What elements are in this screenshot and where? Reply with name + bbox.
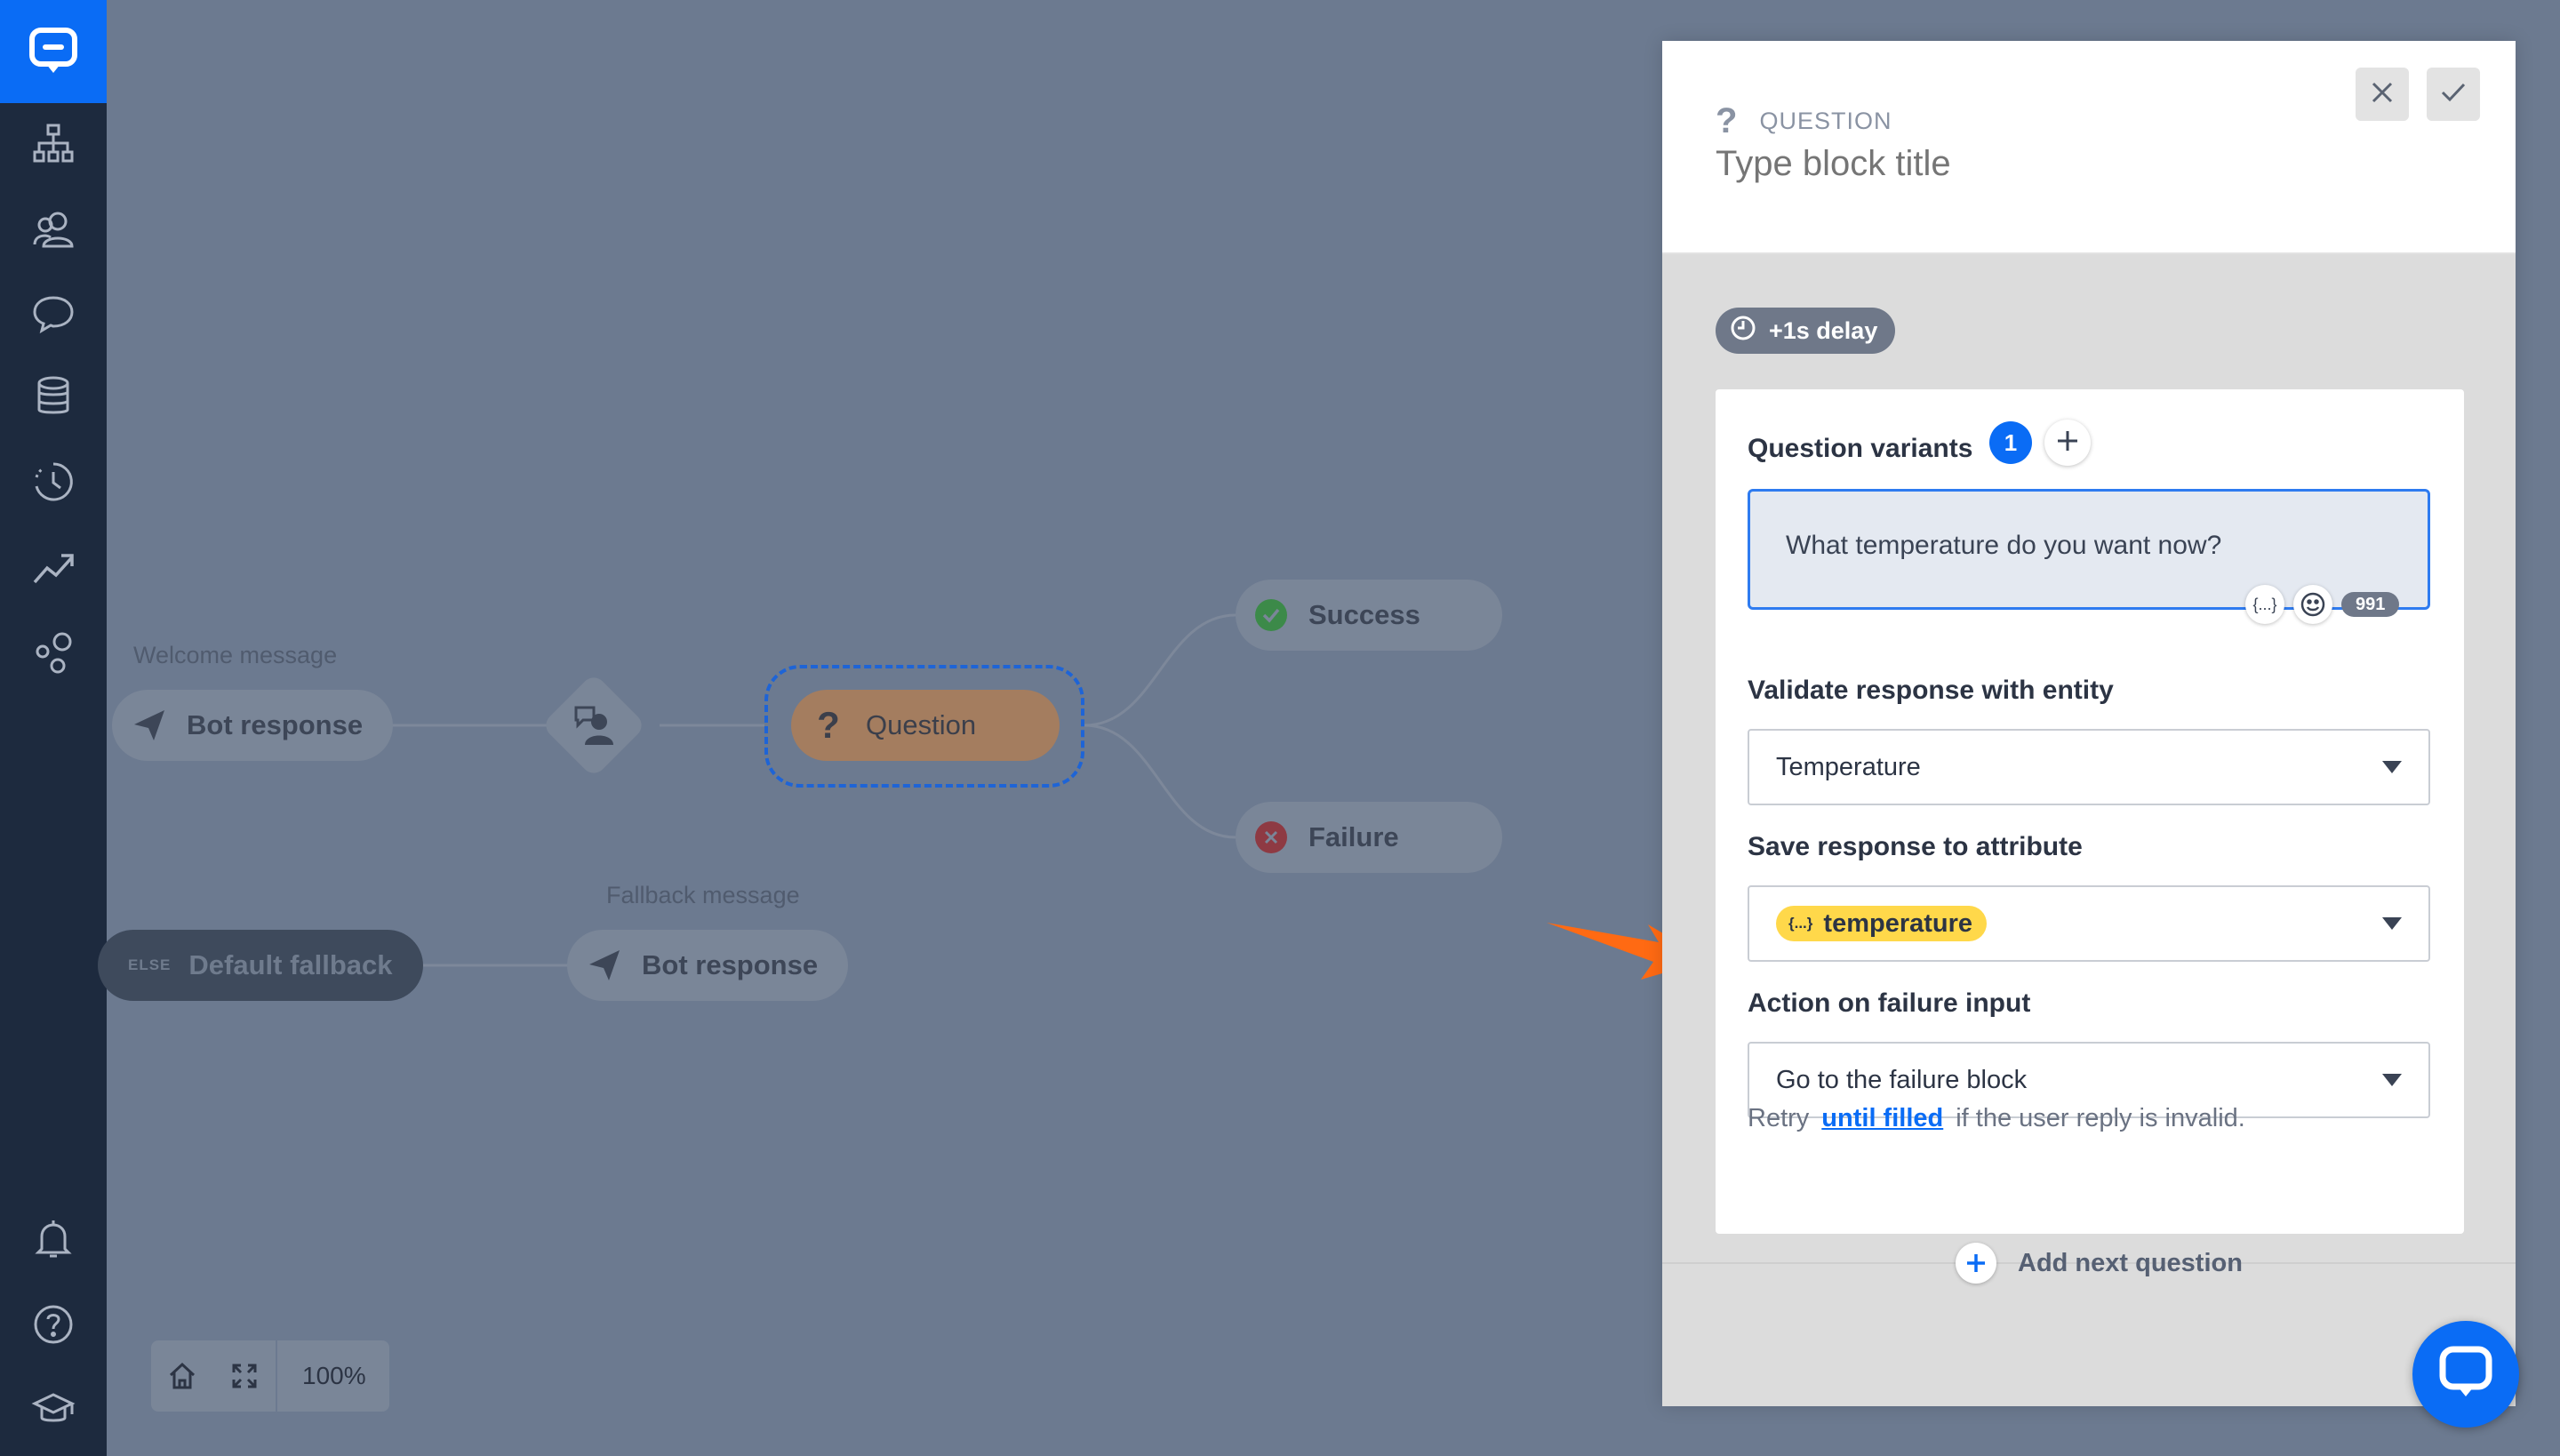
success-node[interactable]: Success <box>1236 580 1502 651</box>
add-variant-button[interactable] <box>2044 420 2091 466</box>
caret-down-icon <box>2382 1074 2402 1086</box>
database-icon[interactable] <box>27 370 80 423</box>
retry-link[interactable]: until filled <box>1821 1104 1943 1132</box>
entity-select[interactable]: Temperature <box>1748 729 2430 805</box>
attribute-select[interactable]: {...} temperature <box>1748 885 2430 962</box>
add-next-label: Add next question <box>2018 1248 2243 1277</box>
x-circle-icon <box>1255 821 1287 853</box>
clock-icon <box>1730 315 1756 348</box>
node-label: Default fallback <box>188 949 393 980</box>
validate-label: Validate response with entity <box>1748 676 2114 705</box>
question-panel: ? QUESTION +1s delay Question variants 1… <box>1662 41 2516 1406</box>
block-type-label: QUESTION <box>1759 108 1892 134</box>
question-card: Question variants 1 What temperature do … <box>1716 389 2464 1234</box>
question-mark-icon: ? <box>1716 101 1739 140</box>
block-type: ? QUESTION <box>1716 101 1892 141</box>
flow-icon[interactable] <box>27 117 80 171</box>
plus-icon <box>2056 429 2079 457</box>
save-label: Save response to attribute <box>1748 832 2083 861</box>
variant-1-tab[interactable]: 1 <box>1989 421 2032 464</box>
attribute-value: temperature <box>1823 908 1973 938</box>
help-icon[interactable] <box>27 1298 80 1351</box>
close-button[interactable] <box>2356 68 2409 121</box>
close-icon <box>2371 81 2394 108</box>
user-input-icon <box>567 699 620 752</box>
node-label: Question <box>866 709 977 740</box>
history-icon[interactable] <box>27 455 80 508</box>
home-icon[interactable] <box>151 1340 213 1412</box>
block-title-input[interactable] <box>1716 144 2338 184</box>
users-icon[interactable] <box>27 203 80 256</box>
plus-icon <box>1956 1243 1996 1284</box>
caret-down-icon <box>2382 917 2402 930</box>
entity-value: Temperature <box>1776 752 1921 781</box>
retry-text: Retry until filled if the user reply is in… <box>1748 1104 2245 1133</box>
node-label: Bot response <box>642 949 819 980</box>
check-circle-icon <box>1255 599 1287 631</box>
send-icon <box>587 948 622 983</box>
default-fallback-node[interactable]: ELSE Default fallback <box>98 930 423 1001</box>
fit-screen-icon[interactable] <box>213 1340 276 1412</box>
add-next-question-button[interactable]: Add next question <box>1956 1243 2243 1284</box>
fallback-label: Fallback message <box>606 882 800 908</box>
retry-prefix: Retry <box>1748 1104 1810 1132</box>
flow-canvas[interactable]: Welcome message Bot response ? Question … <box>98 0 1662 1456</box>
fallback-bot-response-node[interactable]: Bot response <box>567 930 849 1001</box>
question-node[interactable]: ? Question <box>791 690 1060 761</box>
char-count: 991 <box>2341 592 2400 617</box>
confirm-button[interactable] <box>2427 68 2480 121</box>
bell-icon[interactable] <box>27 1212 80 1266</box>
variables-button[interactable]: {...} <box>2245 585 2284 624</box>
emoji-icon[interactable] <box>2293 585 2332 624</box>
check-icon <box>2441 82 2466 108</box>
panel-header: ? QUESTION <box>1662 41 2516 254</box>
retry-suffix: if the user reply is invalid. <box>1956 1104 2245 1132</box>
variants-label: Question variants <box>1748 434 1973 463</box>
else-tag: ELSE <box>128 956 172 973</box>
integrations-icon[interactable] <box>27 626 80 679</box>
variable-icon: {...} <box>1788 915 1813 932</box>
zoom-controls: 100% <box>151 1340 389 1412</box>
attribute-chip: {...} temperature <box>1776 906 1988 941</box>
chat-widget-button[interactable] <box>2412 1321 2519 1428</box>
failure-action-value: Go to the failure block <box>1776 1065 2028 1094</box>
chat-bubble-icon[interactable] <box>27 286 80 340</box>
node-label: Bot response <box>187 709 364 740</box>
send-icon <box>132 708 167 743</box>
question-mark-icon: ? <box>817 704 840 746</box>
delay-chip[interactable]: +1s delay <box>1716 308 1896 354</box>
node-label: Success <box>1308 599 1420 630</box>
caret-down-icon <box>2382 761 2402 773</box>
failure-node[interactable]: Failure <box>1236 802 1502 873</box>
chat-logo-icon[interactable] <box>0 0 107 103</box>
welcome-bot-response-node[interactable]: Bot response <box>112 690 394 761</box>
sidebar <box>0 0 107 1456</box>
welcome-label: Welcome message <box>133 642 338 668</box>
zoom-level[interactable]: 100% <box>276 1340 389 1412</box>
delay-label: +1s delay <box>1769 316 1878 344</box>
failure-action-label: Action on failure input <box>1748 988 2031 1018</box>
analytics-icon[interactable] <box>27 540 80 594</box>
textarea-tools: {...} 991 <box>2245 585 2400 624</box>
chat-icon <box>2438 1345 2493 1404</box>
academy-icon[interactable] <box>27 1383 80 1436</box>
node-label: Failure <box>1308 821 1399 852</box>
